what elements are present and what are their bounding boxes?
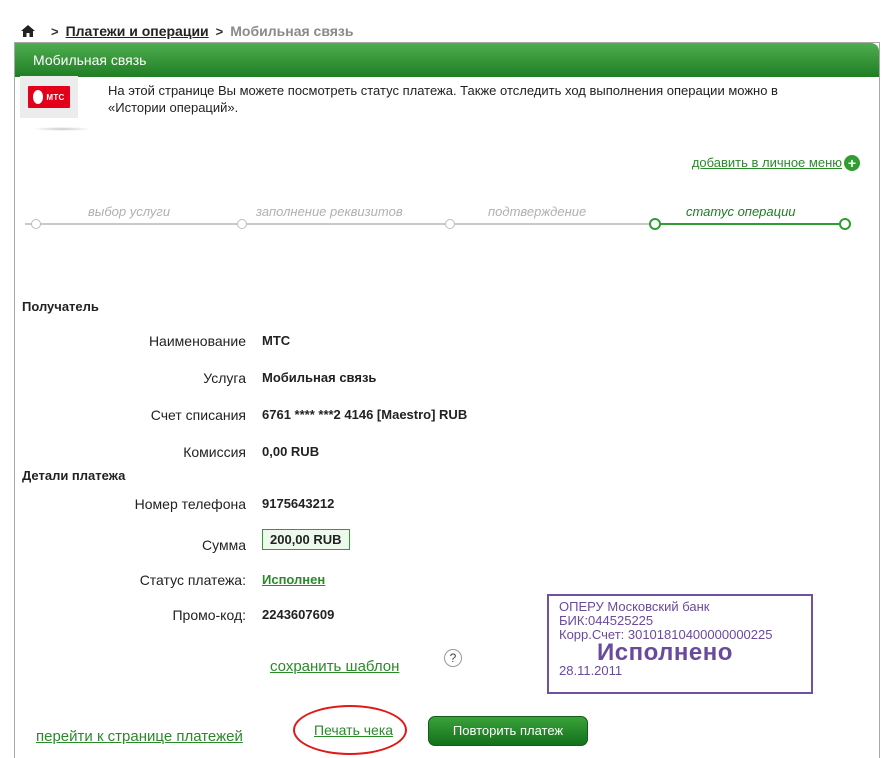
breadcrumb: > Платежи и операции > Мобильная связь bbox=[20, 22, 353, 40]
commission-value: 0,00 RUB bbox=[262, 444, 320, 459]
step-dot-active bbox=[839, 218, 851, 230]
mts-logo-text: МТС bbox=[46, 92, 65, 102]
help-icon[interactable]: ? bbox=[444, 649, 462, 667]
step-dot bbox=[237, 219, 247, 229]
step-fill-details: заполнение реквизитов bbox=[256, 204, 403, 219]
step-confirmation: подтверждение bbox=[488, 204, 587, 219]
service-value: Мобильная связь bbox=[262, 370, 377, 385]
breadcrumb-current: Мобильная связь bbox=[230, 23, 354, 39]
step-line bbox=[25, 223, 241, 225]
debit-account-label: Счет списания bbox=[150, 407, 246, 423]
add-to-menu-label[interactable]: добавить в личное меню bbox=[692, 155, 842, 170]
step-dot-active bbox=[649, 218, 661, 230]
stamp-date: 28.11.2011 bbox=[559, 663, 623, 678]
debit-account-value: 6761 **** ***2 4146 [Maestro] RUB bbox=[262, 407, 468, 422]
step-line-active bbox=[655, 223, 845, 225]
breadcrumb-separator: > bbox=[215, 23, 224, 39]
status-link[interactable]: Исполнен bbox=[262, 572, 325, 587]
step-line bbox=[241, 223, 451, 225]
amount-value: 200,00 RUB bbox=[262, 529, 350, 550]
stamp-bank-name: ОПЕРУ Московский банк bbox=[559, 599, 710, 614]
phone-label: Номер телефона bbox=[134, 496, 246, 512]
status-label: Статус платежа: bbox=[139, 572, 246, 588]
step-line bbox=[451, 223, 655, 225]
amount-value-box: 200,00 RUB bbox=[262, 529, 350, 550]
mts-egg-icon bbox=[33, 90, 44, 104]
repeat-payment-button[interactable]: Повторить платеж bbox=[428, 716, 588, 746]
step-dot bbox=[31, 219, 41, 229]
service-label: Услуга bbox=[203, 370, 246, 386]
step-dot bbox=[445, 219, 455, 229]
print-check-link[interactable]: Печать чека bbox=[314, 722, 393, 738]
save-template-link[interactable]: сохранить шаблон bbox=[270, 658, 399, 675]
commission-label: Комиссия bbox=[183, 444, 246, 460]
step-select-service: выбор услуги bbox=[88, 204, 171, 219]
promo-code-value: 2243607609 bbox=[262, 607, 335, 622]
logo-shadow bbox=[32, 127, 92, 131]
add-to-menu-link[interactable]: добавить в личное меню bbox=[692, 155, 842, 170]
phone-value: 9175643212 bbox=[262, 496, 335, 511]
breadcrumb-separator: > bbox=[51, 23, 59, 39]
goto-payments-link[interactable]: перейти к странице платежей bbox=[36, 728, 243, 745]
breadcrumb-payments-link[interactable]: Платежи и операции bbox=[66, 23, 209, 39]
plus-circle-icon[interactable]: + bbox=[844, 155, 860, 171]
bank-stamp: ОПЕРУ Московский банк БИК:044525225 Корр… bbox=[547, 594, 813, 694]
intro-text: На этой странице Вы можете посмотреть ст… bbox=[108, 83, 778, 115]
promo-code-label: Промо-код: bbox=[172, 607, 246, 623]
panel-title: Мобильная связь bbox=[15, 43, 879, 77]
stamp-bik: БИК:044525225 bbox=[559, 613, 654, 628]
mts-logo: МТС bbox=[20, 76, 78, 118]
payment-details-title: Детали платежа bbox=[22, 468, 126, 483]
home-icon[interactable] bbox=[20, 24, 36, 38]
amount-label: Сумма bbox=[202, 537, 246, 553]
recipient-title: Получатель bbox=[22, 299, 99, 314]
recipient-name-label: Наименование bbox=[148, 333, 246, 349]
stamp-status: Исполнено bbox=[597, 639, 733, 666]
recipient-name-value: МТС bbox=[262, 333, 291, 348]
progress-steps: выбор услуги заполнение реквизитов подтв… bbox=[20, 200, 851, 240]
status-value: Исполнен bbox=[262, 572, 325, 587]
step-operation-status: статус операции bbox=[686, 204, 796, 219]
